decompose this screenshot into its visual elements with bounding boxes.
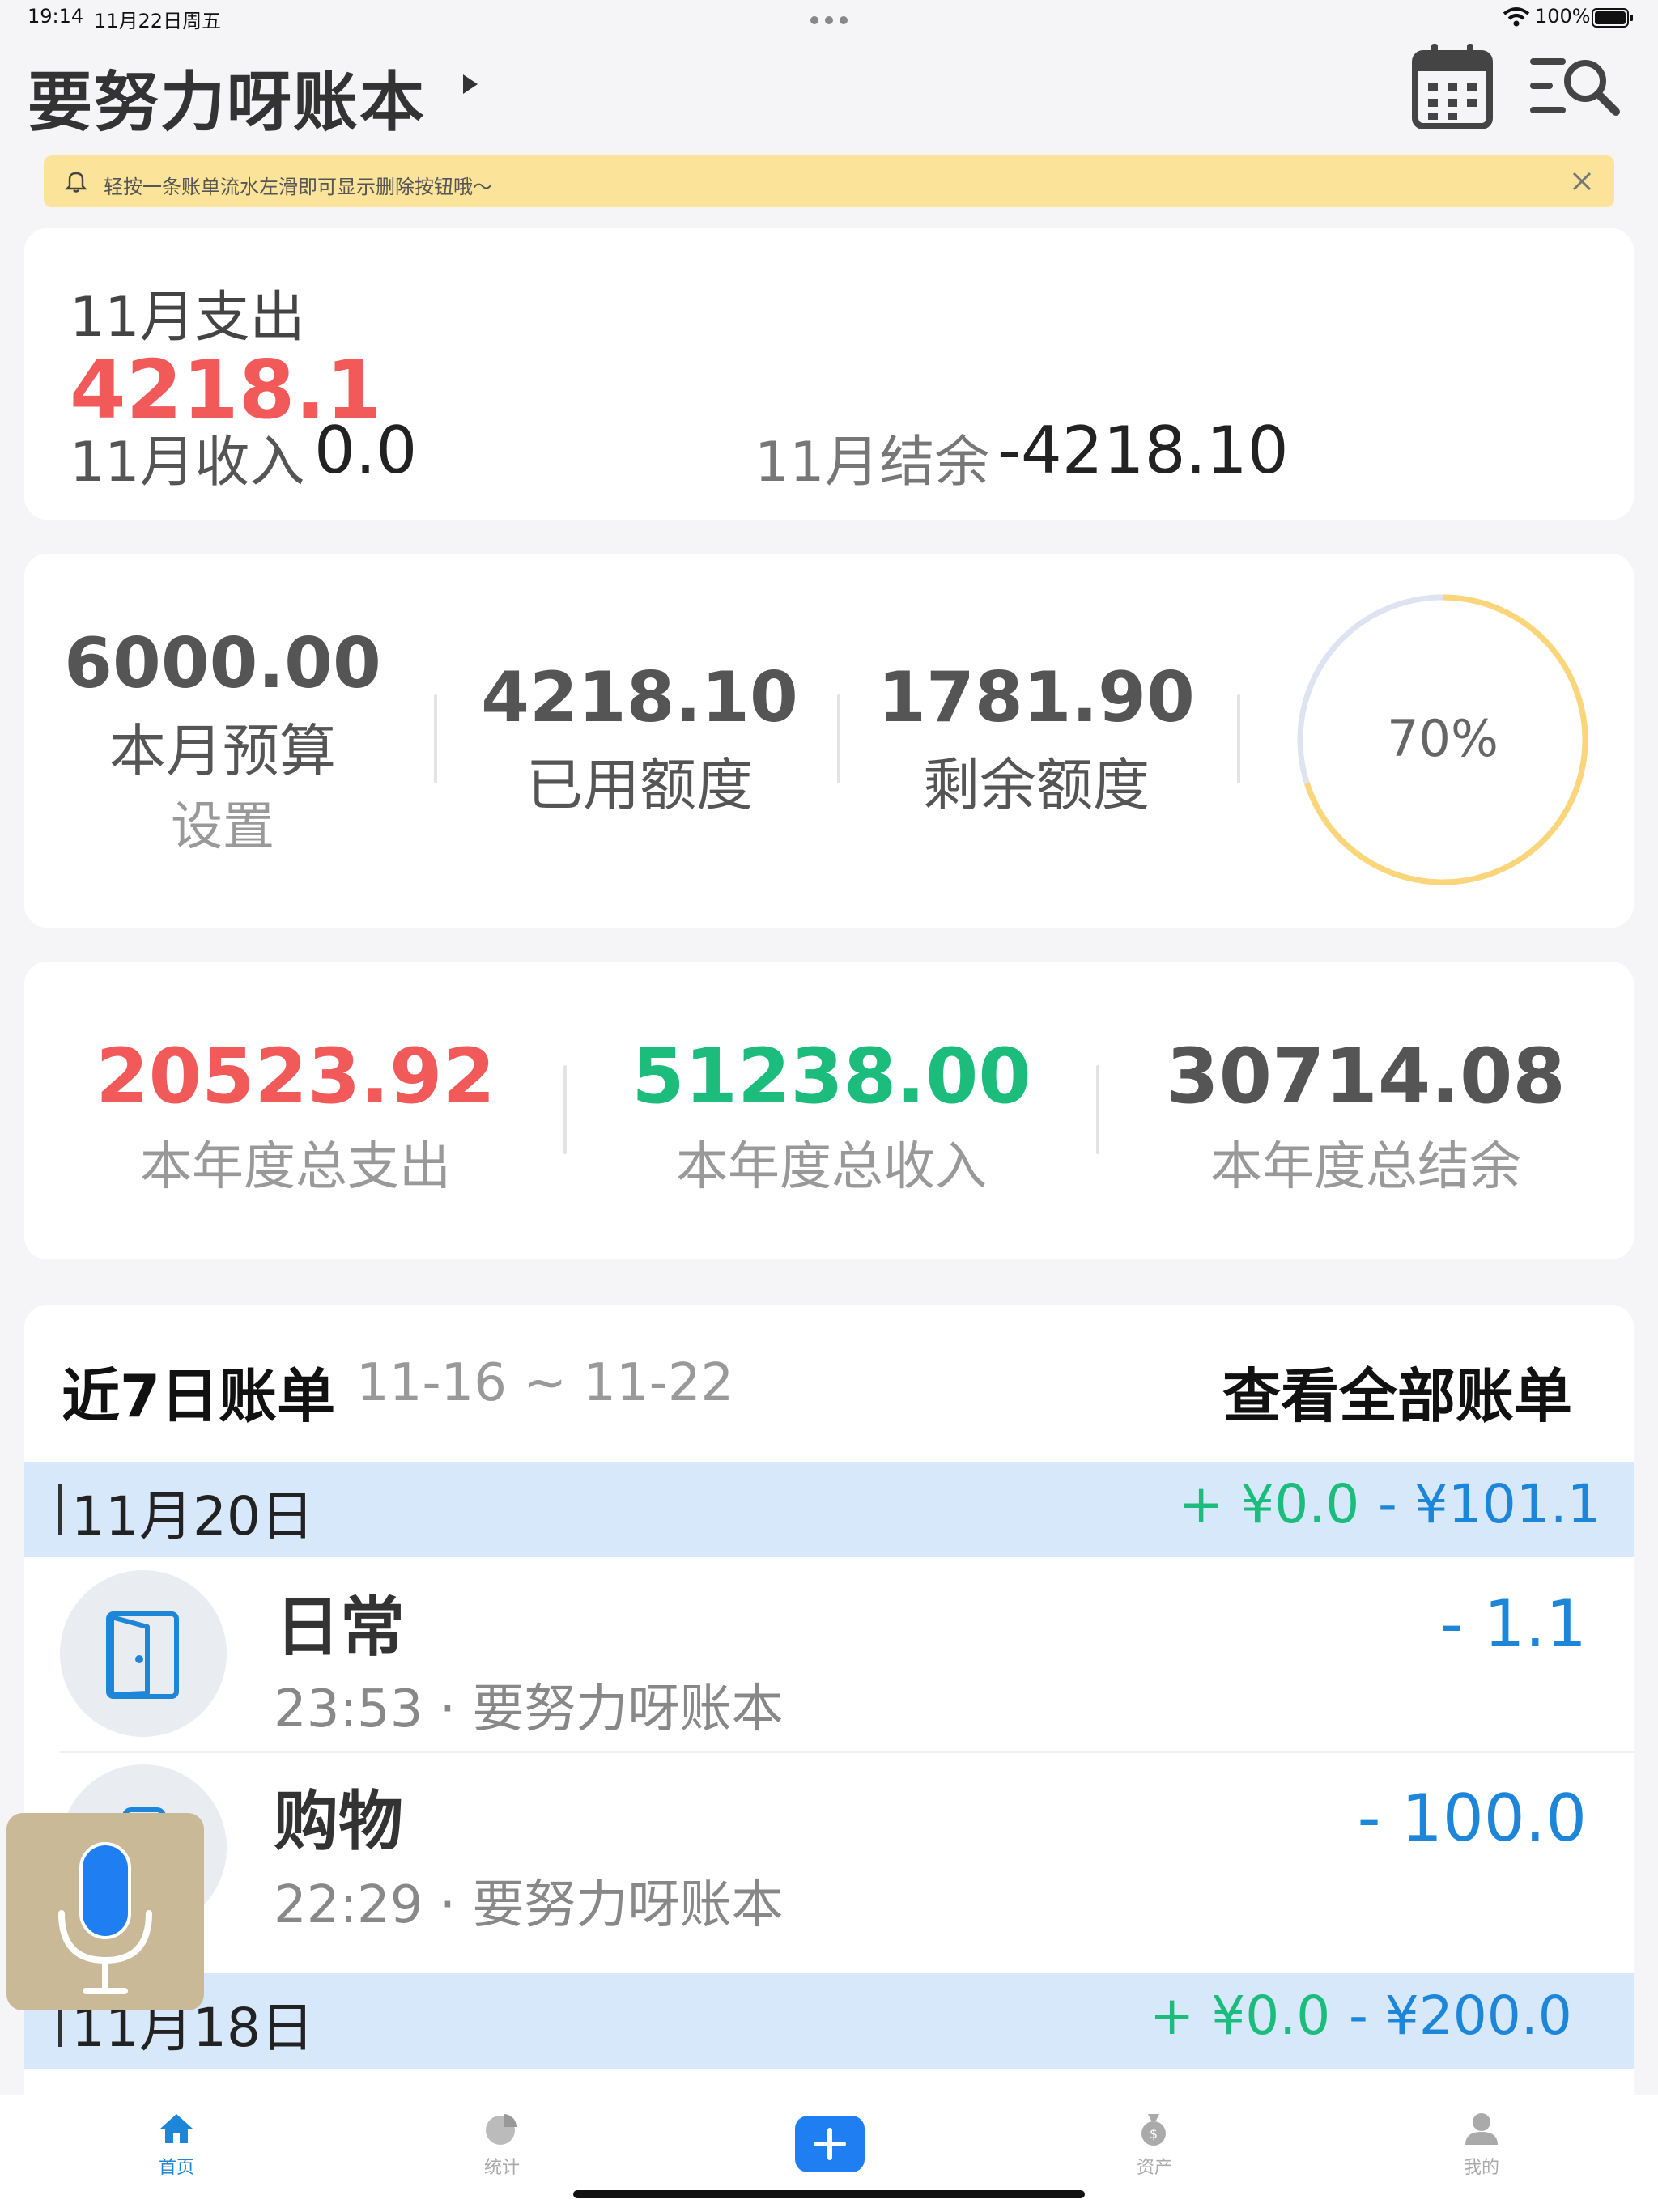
- app-title[interactable]: 要努力呀账本: [28, 50, 426, 144]
- tab-home[interactable]: 首页: [128, 2153, 225, 2179]
- month-income-value: 0.0: [314, 413, 418, 488]
- status-time: 19:14: [28, 5, 84, 28]
- day-expense: - ¥200.0: [1349, 1985, 1572, 2047]
- month-expense-label: 11月支出: [70, 286, 305, 350]
- tab-stats[interactable]: 统计: [453, 2153, 551, 2179]
- month-balance-value: -4218.10: [997, 413, 1289, 488]
- more-dots-icon[interactable]: [810, 13, 848, 28]
- wifi-icon: [1503, 6, 1530, 31]
- entry-amount: - 1.1: [1439, 1586, 1587, 1662]
- day-date: 11月20日: [71, 1485, 314, 1548]
- entry-meta: 22:29 · 要努力呀账本: [274, 1875, 784, 1935]
- add-record-button[interactable]: [795, 2116, 865, 2172]
- used-divider: [837, 694, 840, 783]
- notice-text: 轻按一条账单流水左滑即可显示删除按钮哦～: [104, 176, 492, 198]
- month-balance-label: 11月结余: [755, 431, 990, 495]
- calendar-icon[interactable]: [1412, 42, 1493, 134]
- entry-category: 购物: [274, 1784, 403, 1859]
- year-expense-label: 本年度总支出: [140, 1137, 451, 1197]
- year-income-value: 51238.00: [631, 1033, 1031, 1121]
- year-balance-value: 30714.08: [1166, 1033, 1566, 1121]
- day-income: + ¥0.0: [1179, 1473, 1360, 1535]
- plus-icon: [814, 2128, 846, 2160]
- microphone-icon[interactable]: [50, 1839, 160, 2004]
- recent-bills-title: 近7日账单: [62, 1362, 336, 1430]
- budget-value: 6000.00: [64, 623, 381, 704]
- remaining-divider: [1237, 694, 1240, 783]
- remaining-value: 1781.90: [878, 657, 1195, 738]
- month-income-label: 11月收入: [70, 431, 305, 495]
- tab-assets[interactable]: 资产: [1106, 2153, 1203, 2179]
- day-income: + ¥0.0: [1150, 1985, 1331, 2047]
- status-date: 11月22日周五: [94, 10, 222, 32]
- battery-percent: 100%: [1535, 5, 1591, 28]
- budget-percent: 70%: [1387, 709, 1499, 768]
- day-marker: [58, 1484, 62, 1535]
- bell-icon: [63, 168, 89, 197]
- budget-label: 本月预算: [109, 718, 336, 784]
- used-value: 4218.10: [481, 657, 798, 738]
- title-caret-icon[interactable]: [463, 74, 478, 94]
- remaining-label: 剩余额度: [923, 752, 1150, 818]
- year-divider-1: [563, 1065, 567, 1154]
- day-expense: - ¥101.1: [1378, 1473, 1601, 1535]
- door-icon: [104, 1611, 185, 1703]
- year-balance-label: 本年度总结余: [1210, 1137, 1521, 1197]
- view-all-bills-button[interactable]: 查看全部账单: [1222, 1348, 1572, 1433]
- used-label: 已用额度: [526, 752, 753, 818]
- home-icon[interactable]: [159, 2112, 194, 2148]
- battery-icon: [1592, 8, 1634, 31]
- entry-meta: 23:53 · 要努力呀账本: [274, 1679, 784, 1739]
- year-income-label: 本年度总收入: [676, 1137, 987, 1197]
- budget-setting-button[interactable]: 设置: [49, 785, 397, 860]
- recent-bills-range: 11-16 ~ 11-22: [356, 1353, 734, 1413]
- entry-amount: - 100.0: [1357, 1781, 1587, 1856]
- user-icon[interactable]: [1464, 2111, 1499, 2150]
- home-indicator: [573, 2190, 1085, 2198]
- search-list-icon[interactable]: [1528, 53, 1622, 121]
- close-icon[interactable]: [1571, 170, 1593, 196]
- svg-text:$: $: [1150, 2126, 1158, 2142]
- tab-mine[interactable]: 我的: [1433, 2153, 1530, 2179]
- money-bag-icon[interactable]: $: [1137, 2111, 1171, 2150]
- year-divider-2: [1096, 1065, 1099, 1154]
- budget-divider: [434, 694, 437, 783]
- pie-chart-icon[interactable]: [484, 2112, 518, 2150]
- entry-category: 日常: [275, 1590, 405, 1665]
- year-expense-value: 20523.92: [96, 1033, 495, 1121]
